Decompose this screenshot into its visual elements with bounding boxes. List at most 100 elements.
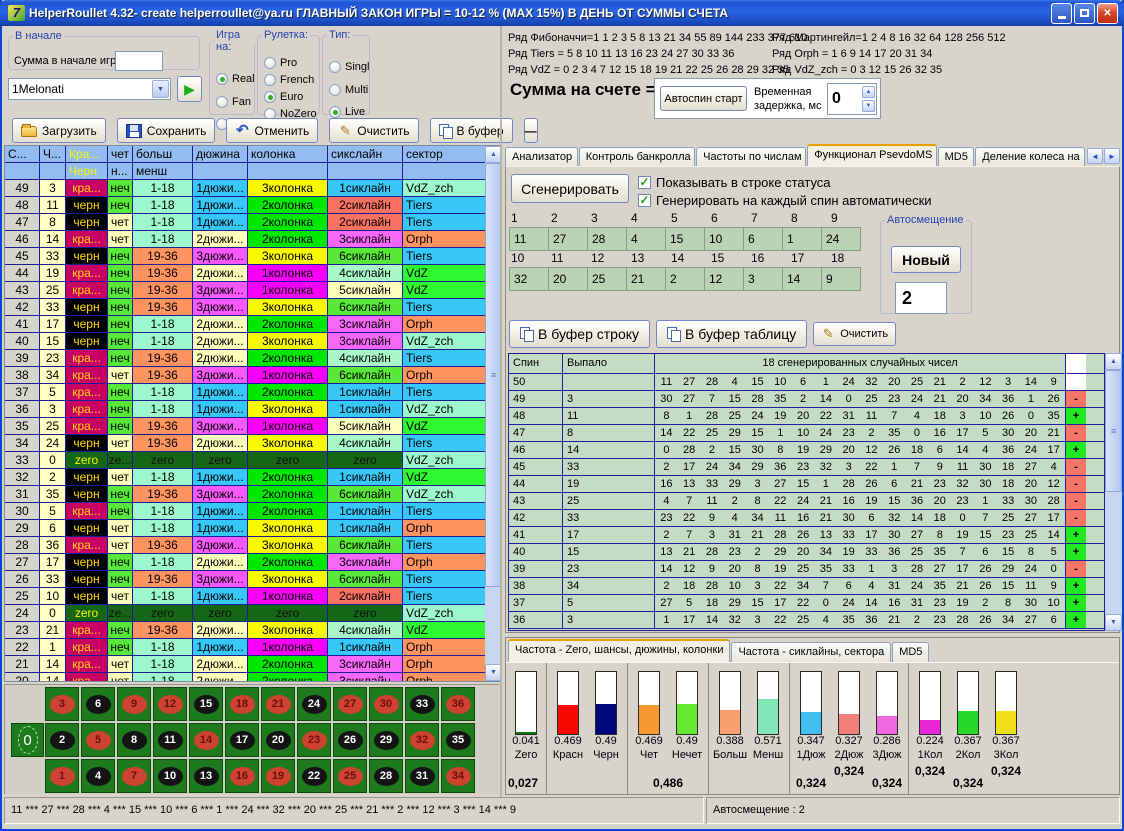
scroll-down-icon[interactable]: ▼ — [1105, 614, 1122, 631]
collapse-button[interactable]: — — [524, 118, 538, 143]
roulette-cell-12[interactable]: 12 — [153, 687, 187, 721]
history-scroll-thumb[interactable]: ≡ — [485, 163, 501, 587]
number: 35 — [769, 391, 792, 407]
tab-3[interactable]: Функционал PsevdoMS — [807, 144, 936, 167]
chevron-right-icon[interactable]: ► — [1104, 148, 1120, 164]
roulette-cell-20[interactable]: 20 — [261, 723, 295, 757]
checkbox-show-in-status[interactable]: ✓ Показывать в строке статуса — [638, 175, 831, 190]
roulette-cell-7[interactable]: 7 — [117, 759, 151, 793]
roulette-cell-24[interactable]: 24 — [297, 687, 331, 721]
roulette-cell-32[interactable]: 32 — [405, 723, 439, 757]
number: 11 — [701, 493, 724, 509]
roulette-cell-15[interactable]: 15 — [189, 687, 223, 721]
autoshift-value-input[interactable] — [895, 282, 947, 314]
close-button[interactable]: ✕ — [1097, 3, 1118, 24]
scroll-up-icon[interactable]: ▲ — [1105, 353, 1122, 370]
delay-input[interactable] — [828, 84, 861, 114]
roulette-cell-36[interactable]: 36 — [441, 687, 475, 721]
radio-option-multi[interactable]: Multi — [329, 84, 368, 96]
table-cell: кра... — [66, 673, 108, 682]
load-button[interactable]: Загрузить — [12, 118, 106, 143]
roulette-cell-6[interactable]: 6 — [81, 687, 115, 721]
tab-4[interactable]: MD5 — [938, 147, 975, 167]
roulette-cell-0[interactable]: 0 — [11, 723, 44, 757]
copy-table-button[interactable]: В буфер таблицу — [656, 320, 807, 348]
bar-column — [830, 671, 868, 735]
spinner-down-icon[interactable]: ▼ — [862, 100, 875, 112]
start-sum-input[interactable] — [115, 51, 163, 71]
spinner-up-icon[interactable]: ▲ — [862, 86, 875, 98]
radio-option-pro[interactable]: Pro — [264, 57, 297, 69]
roulette-cell-11[interactable]: 11 — [153, 723, 187, 757]
radio-option-euro[interactable]: Euro — [264, 91, 303, 103]
freq-tab-0[interactable]: Частота - Zero, шансы, дюжины, колонки — [508, 639, 730, 662]
roulette-cell-14[interactable]: 14 — [189, 723, 223, 757]
roulette-cell-28[interactable]: 28 — [369, 759, 403, 793]
roulette-cell-22[interactable]: 22 — [297, 759, 331, 793]
autospin-start-button[interactable]: Автоспин старт — [660, 86, 747, 111]
roulette-cell-31[interactable]: 31 — [405, 759, 439, 793]
roulette-cell-13[interactable]: 13 — [189, 759, 223, 793]
roulette-cell-8[interactable]: 8 — [117, 723, 151, 757]
roulette-cell-5[interactable]: 5 — [81, 723, 115, 757]
freq-tab-2[interactable]: MD5 — [892, 642, 929, 662]
roulette-cell-33[interactable]: 33 — [405, 687, 439, 721]
radio-option-french[interactable]: French — [264, 74, 314, 86]
roulette-cell-10[interactable]: 10 — [153, 759, 187, 793]
scroll-up-icon[interactable]: ▲ — [485, 146, 501, 163]
undo-button[interactable]: ↶Отменить — [226, 118, 318, 143]
roulette-cell-1[interactable]: 1 — [45, 759, 79, 793]
roulette-cell-35[interactable]: 35 — [441, 723, 475, 757]
roulette-cell-17[interactable]: 17 — [225, 723, 259, 757]
number: 35 — [814, 561, 837, 577]
roulette-cell-29[interactable]: 29 — [369, 723, 403, 757]
radio-option-real[interactable]: Real — [216, 73, 255, 85]
numbers-cell: 161333293271512826621233230182012 — [655, 476, 1066, 492]
spins-scroll-thumb[interactable]: ≡ — [1105, 370, 1122, 492]
tab-1[interactable]: Контроль банкролла — [579, 147, 695, 167]
scroll-down-icon[interactable]: ▼ — [485, 664, 501, 681]
tab-2[interactable]: Частоты по числам — [696, 147, 806, 167]
table-cell: кра... — [66, 180, 108, 197]
radio-option-live[interactable]: Live — [329, 106, 365, 118]
number: 11 — [860, 408, 883, 424]
generate-button[interactable]: Сгенерировать — [511, 174, 629, 203]
maximize-button[interactable] — [1074, 3, 1095, 24]
copy-row-button[interactable]: В буфер строку — [509, 320, 650, 348]
checkbox-generate-each-spin[interactable]: ✓ Генерировать на каждый спин автоматиче… — [638, 193, 932, 208]
roulette-cell-3[interactable]: 3 — [45, 687, 79, 721]
roulette-cell-2[interactable]: 2 — [45, 723, 79, 757]
roulette-cell-21[interactable]: 21 — [261, 687, 295, 721]
clear-generated-button[interactable]: ✎ Очистить — [813, 322, 896, 346]
history-scrollbar[interactable]: ▲ ≡ ▼ — [485, 146, 501, 681]
freq-tab-1[interactable]: Частота - сиклайны, сектора — [731, 642, 891, 662]
roulette-cell-27[interactable]: 27 — [333, 687, 367, 721]
chevron-left-icon[interactable]: ◄ — [1087, 148, 1103, 164]
spins-scrollbar[interactable]: ▲ ≡ ▼ — [1105, 353, 1122, 631]
spin-cell: 48 — [509, 408, 563, 424]
roulette-cell-25[interactable]: 25 — [333, 759, 367, 793]
new-button[interactable]: Новый — [891, 246, 961, 273]
roulette-cell-4[interactable]: 4 — [81, 759, 115, 793]
chevron-down-icon[interactable]: ▼ — [152, 80, 169, 98]
save-button[interactable]: Сохранить — [117, 118, 216, 143]
roulette-cell-16[interactable]: 16 — [225, 759, 259, 793]
number: 17 — [1042, 510, 1065, 526]
profile-combo[interactable]: 1Melonati ▼ — [8, 78, 171, 100]
tab-5[interactable]: Деление колеса на — [975, 147, 1085, 167]
series-line: Ряд Tiers = 5 8 10 11 13 16 23 24 27 30 … — [508, 46, 807, 62]
play-button[interactable]: ▶ — [177, 76, 202, 102]
number: 3 — [746, 612, 769, 628]
roulette-cell-19[interactable]: 19 — [261, 759, 295, 793]
roulette-cell-30[interactable]: 30 — [369, 687, 403, 721]
roulette-cell-9[interactable]: 9 — [117, 687, 151, 721]
roulette-cell-18[interactable]: 18 — [225, 687, 259, 721]
roulette-cell-26[interactable]: 26 — [333, 723, 367, 757]
minimize-button[interactable] — [1051, 3, 1072, 24]
radio-option-singl[interactable]: Singl — [329, 61, 369, 73]
roulette-cell-34[interactable]: 34 — [441, 759, 475, 793]
clear-button[interactable]: ✎Очистить — [329, 118, 418, 143]
tab-0[interactable]: Анализатор — [505, 147, 578, 167]
roulette-cell-23[interactable]: 23 — [297, 723, 331, 757]
radio-option-fan[interactable]: Fan — [216, 96, 251, 108]
